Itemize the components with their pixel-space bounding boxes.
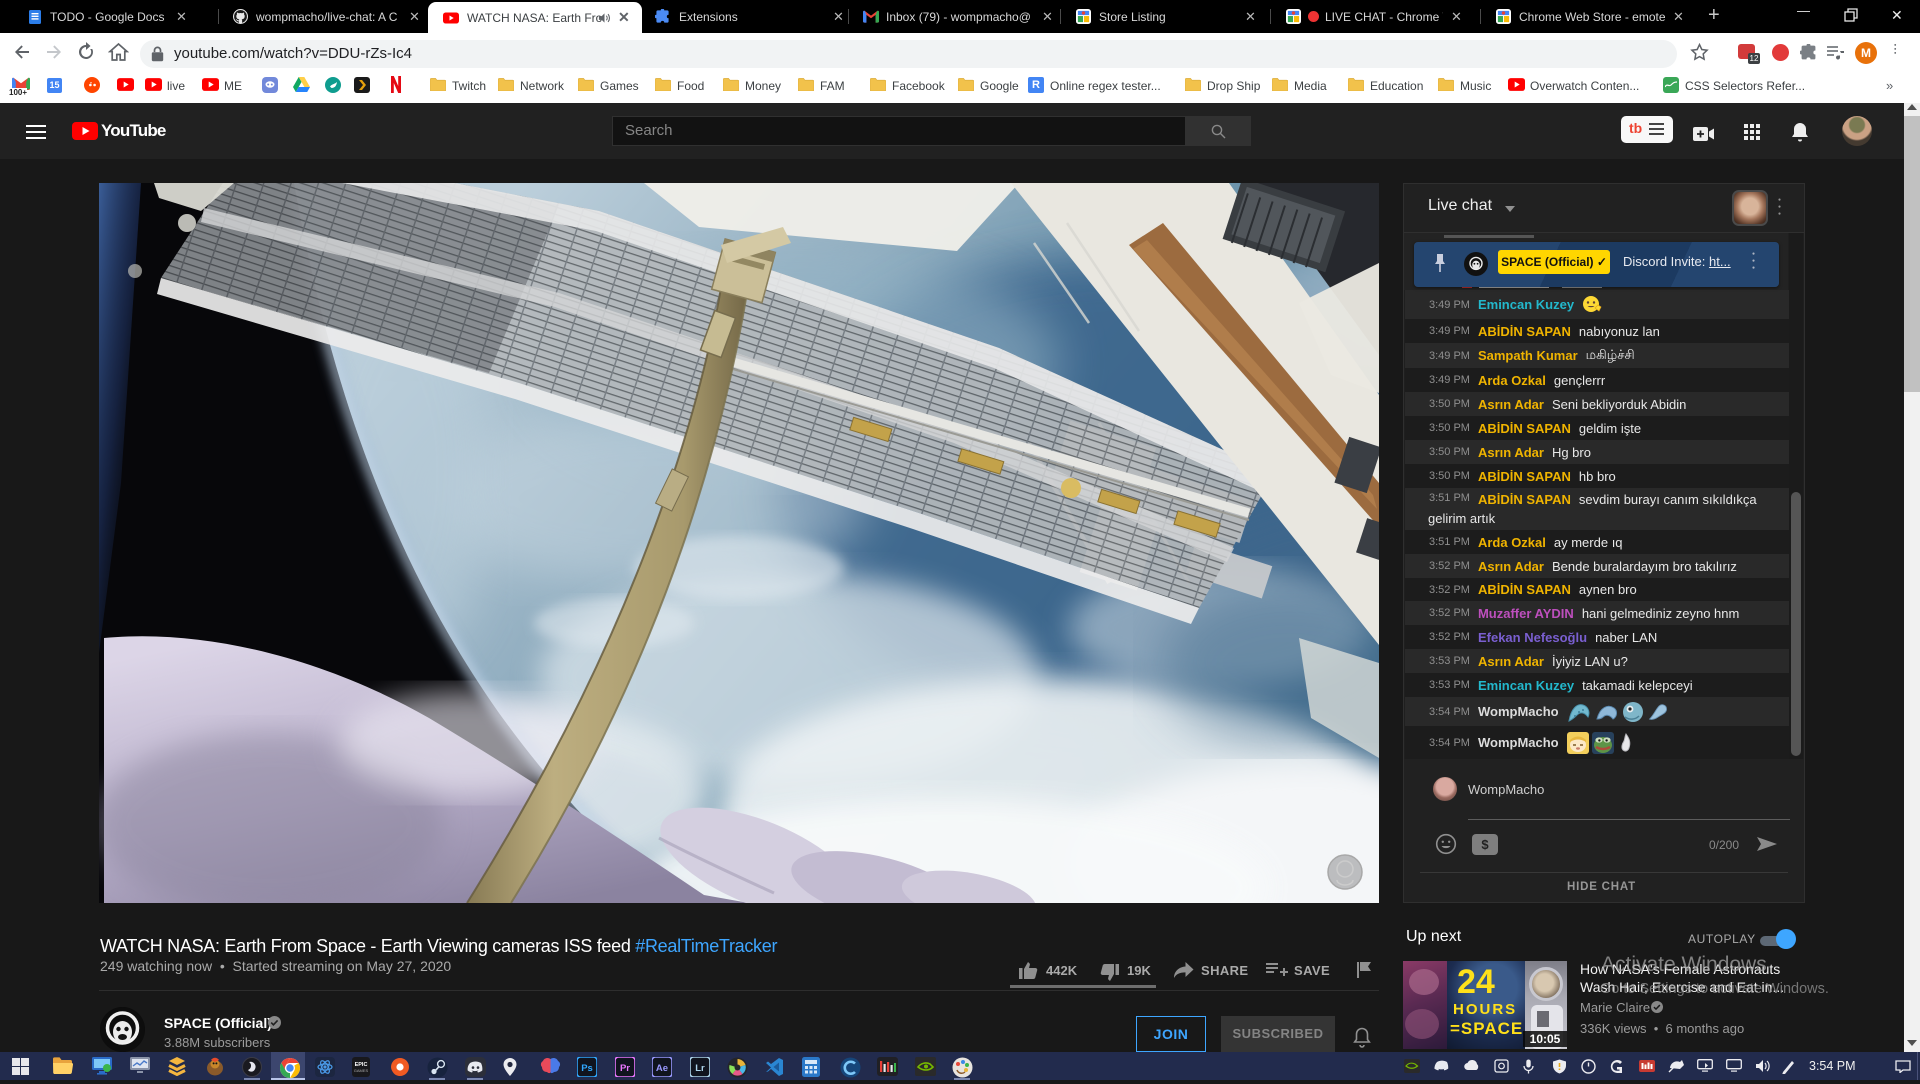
svg-text:GAMES: GAMES: [354, 1068, 369, 1073]
svg-text:Lr: Lr: [695, 1063, 705, 1074]
svg-text:Ae: Ae: [656, 1063, 668, 1074]
svg-text:Pr: Pr: [620, 1063, 630, 1074]
svg-text:Ps: Ps: [581, 1063, 593, 1074]
